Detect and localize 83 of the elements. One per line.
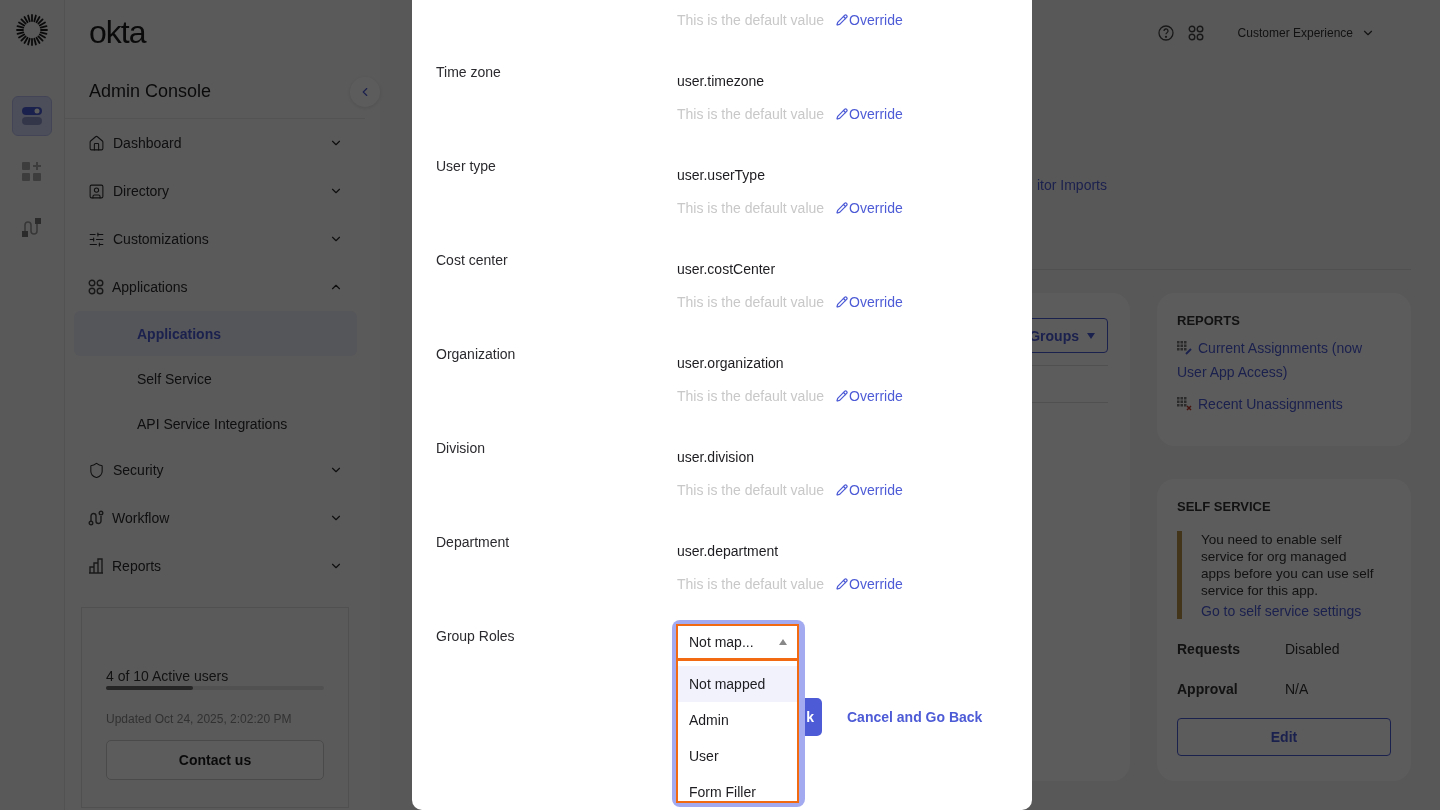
nav-item[interactable]: Workflow [74,494,357,542]
card-title: REPORTS [1177,313,1241,328]
nav-item[interactable]: Applications [74,263,357,311]
pencil-icon [836,578,849,590]
attribute-value: user.userType [677,166,766,185]
nav-item[interactable]: Security [74,446,357,494]
nav-label: Reports [112,558,163,574]
grid-x-icon [1177,397,1192,411]
report-link[interactable]: Recent Unassignments [1177,392,1382,416]
attribute-label: Group Roles [436,627,516,646]
attribute-value: user.timezone [677,72,766,91]
attribute-value: user.organization [677,354,785,373]
override-link[interactable]: Override [836,386,903,406]
workflow-icon [88,510,104,526]
house-icon [88,134,105,152]
nav-item[interactable]: Dashboard [74,119,357,167]
dropdown-option[interactable]: Not mapped [678,666,797,702]
logo-icon [16,14,48,46]
pencil-icon [836,108,849,120]
collapse-button[interactable] [350,77,380,107]
group-roles-select[interactable]: Not map... [676,624,799,660]
toggle-icon [21,105,43,127]
attribute-label: Cost center [436,251,509,270]
nav-subitem[interactable]: API Service Integrations [74,401,357,446]
field-value: Disabled [1285,640,1341,659]
pencil-icon [836,484,849,496]
rail-button[interactable] [12,96,52,136]
card-title: SELF SERVICE [1177,499,1272,514]
nav-label: Security [113,462,165,478]
contact-card-icon [88,182,105,200]
report-link[interactable]: Current Assignments (now User App Access) [1177,336,1382,384]
nav-label: Applications [112,279,189,295]
override-link[interactable]: Override [836,574,903,594]
caret-icon [779,639,787,645]
field-value: N/A [1285,680,1310,699]
help-icon [1157,24,1174,41]
shield-icon [88,461,105,479]
override-link[interactable]: Override [836,480,903,500]
nav-item[interactable]: Reports [74,542,357,590]
nav-label: Directory [113,183,170,199]
logo-wordmark: okta [89,14,146,51]
grid-plus-icon [21,161,43,183]
attribute-label: Organization [436,345,517,364]
sidebar-title: Admin Console [89,81,212,102]
cancel-link[interactable]: Cancel and Go Back [847,707,983,727]
settings-link[interactable]: Go to self service settings [1201,603,1379,619]
connector-icon [21,217,43,239]
field-label: Approval [1177,680,1239,699]
pencil-icon [836,390,849,402]
caret-down-icon [1087,332,1095,339]
imports-link[interactable]: itor Imports [1037,177,1107,193]
attribute-value: user.division [677,448,756,467]
nav-subitem[interactable]: Self Service [74,356,357,401]
usage-text: 4 of 10 Active users [106,668,230,684]
attribute-label: Department [436,533,511,552]
sliders-icon [88,230,105,248]
attribute-label: Time zone [436,63,502,82]
override-link[interactable]: Override [836,292,903,312]
attribute-label: User type [436,157,497,176]
nav-label: Customizations [113,231,210,247]
grid-pencil-icon [1177,341,1192,355]
four-circles-icon [88,279,104,295]
override-link[interactable]: Override [836,104,903,124]
nav-item[interactable]: Directory [74,167,357,215]
nav-subitem[interactable]: Applications [74,311,357,356]
contact-button[interactable]: Contact us [106,740,324,780]
nav-label: Dashboard [113,135,183,151]
edit-button[interactable]: Edit [1177,718,1391,756]
pencil-icon [836,202,849,214]
override-link[interactable]: Override [836,198,903,218]
nav-item[interactable]: Customizations [74,215,357,263]
pencil-icon [836,296,849,308]
org-switcher[interactable]: Customer Experience [1237,25,1375,40]
nav-label: Workflow [112,510,171,526]
override-link[interactable]: Override [836,10,903,30]
bar-chart-icon [88,558,104,574]
attribute-label: Division [436,439,486,458]
notice-text: You need to enable self service for org managed apps before you can use self service for this app. [1201,531,1375,599]
attribute-value: user.department [677,542,780,561]
apps-grid-icon [1187,24,1204,41]
field-label: Requests [1177,640,1242,659]
attribute-value: user.costCenter [677,260,777,279]
pencil-icon [836,14,849,26]
